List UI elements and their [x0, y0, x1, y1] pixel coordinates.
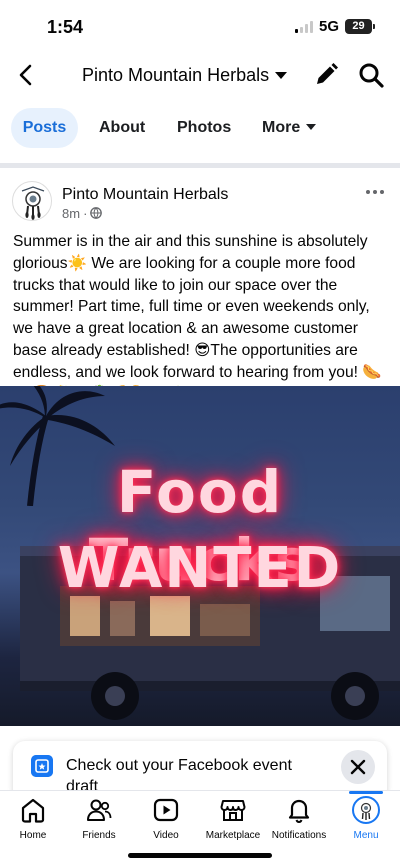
post-image[interactable]: Food Trucks WANTED: [0, 386, 400, 726]
home-icon: [21, 798, 45, 823]
close-icon[interactable]: [341, 750, 375, 784]
post-author[interactable]: Pinto Mountain Herbals: [62, 186, 228, 204]
friends-icon: [87, 799, 112, 821]
nav-marketplace[interactable]: Marketplace: [200, 796, 266, 841]
nav-notifications[interactable]: Notifications: [266, 796, 332, 841]
meta-separator: ·: [83, 206, 88, 221]
search-icon[interactable]: [357, 61, 385, 89]
section-divider: [0, 163, 400, 168]
nav-video-label: Video: [153, 830, 179, 841]
tab-about[interactable]: About: [99, 108, 145, 148]
tab-more[interactable]: More: [262, 108, 317, 148]
author-avatar[interactable]: [12, 181, 52, 221]
nav-notifications-label: Notifications: [271, 830, 327, 841]
dreamcatcher-logo: [21, 186, 45, 220]
post-meta: 8m ·: [62, 206, 103, 221]
network-type: 5G: [319, 18, 340, 35]
nav-video[interactable]: Video: [133, 796, 199, 841]
bell-icon: [288, 799, 310, 824]
calendar-star-icon: [31, 755, 53, 777]
nav-friends-label: Friends: [82, 830, 116, 841]
marketplace-icon: [220, 800, 246, 821]
battery-icon: 29: [345, 19, 372, 34]
signal-icon: [295, 21, 313, 33]
back-icon[interactable]: [14, 61, 40, 89]
nav-home-label: Home: [19, 830, 47, 841]
page-tabs: Posts About Photos More: [0, 108, 400, 148]
page-header: Pinto Mountain Herbals: [0, 52, 400, 98]
post-time: 8m: [62, 206, 81, 221]
more-options-icon[interactable]: [366, 190, 386, 196]
nav-marketplace-label: Marketplace: [205, 830, 261, 841]
page-title[interactable]: Pinto Mountain Herbals: [82, 65, 269, 86]
nav-friends[interactable]: Friends: [66, 796, 132, 841]
active-tab-indicator: [349, 791, 383, 794]
status-time: 1:54: [47, 17, 84, 37]
tab-posts[interactable]: Posts: [11, 108, 78, 148]
battery-tip: [373, 24, 375, 29]
nav-menu-label: Menu: [353, 830, 379, 841]
tab-photos[interactable]: Photos: [177, 108, 231, 148]
post-text: Summer is in the air and this sunshine i…: [13, 233, 382, 403]
status-bar: 1:54 5G 29: [0, 0, 400, 52]
profile-avatar: [352, 796, 380, 824]
nav-menu[interactable]: Menu: [333, 796, 399, 841]
chevron-down-icon: [306, 124, 317, 131]
globe-icon: [90, 207, 103, 219]
tab-more-label: More: [262, 119, 301, 136]
video-icon: [153, 798, 179, 822]
chevron-down-icon[interactable]: [275, 71, 287, 80]
pencil-icon[interactable]: [313, 62, 339, 88]
nav-home[interactable]: Home: [0, 796, 66, 841]
home-indicator: [128, 853, 272, 858]
image-subheadline: WANTED: [57, 536, 343, 601]
